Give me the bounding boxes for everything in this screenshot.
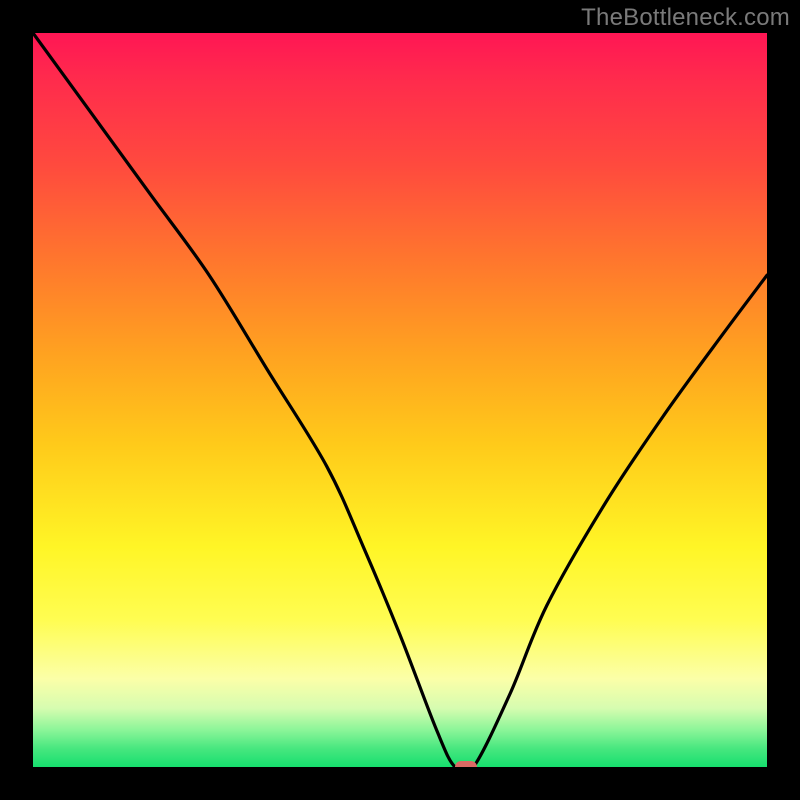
chart-frame: TheBottleneck.com [0,0,800,800]
plot-area [33,33,767,767]
watermark-text: TheBottleneck.com [581,4,790,32]
bottleneck-curve [33,33,767,767]
minimum-marker [455,761,477,767]
